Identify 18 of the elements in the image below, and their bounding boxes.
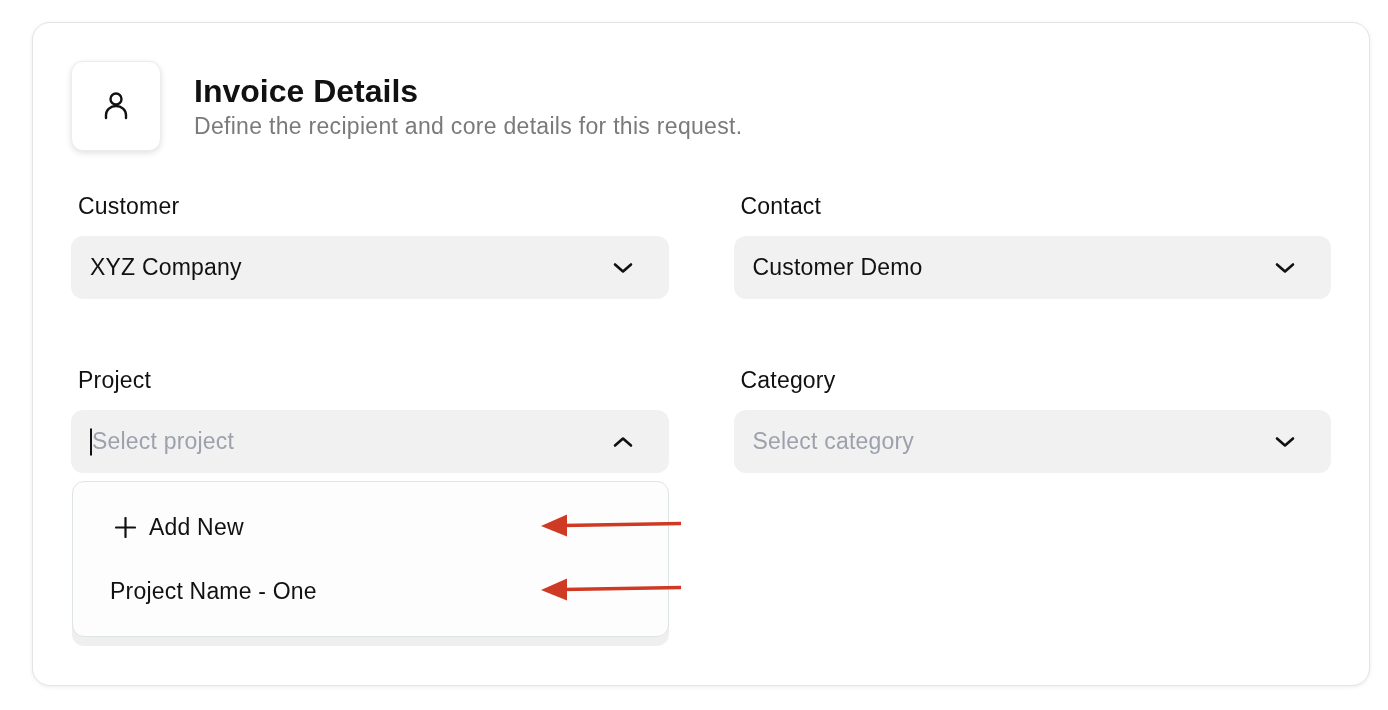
chevron-down-icon[interactable] xyxy=(612,262,633,273)
field-label: Project xyxy=(77,367,151,393)
menu-option[interactable]: Project Name - One xyxy=(73,559,333,623)
dropdown-field[interactable]: Select project xyxy=(71,410,669,473)
section-subtitle: Define the recipient and core details for this request. xyxy=(194,113,743,139)
chevron-down-icon[interactable] xyxy=(1275,436,1295,447)
dropdown-field[interactable]: Customer Demo xyxy=(733,236,1331,299)
section-title: Invoice Details xyxy=(194,73,420,109)
dropdown-field[interactable]: Select category xyxy=(733,410,1331,473)
field-label: Category xyxy=(739,367,836,393)
field-label: Customer xyxy=(77,193,180,219)
dropdown-field[interactable]: XYZ Company xyxy=(71,236,669,299)
chevron-down-icon[interactable] xyxy=(1275,262,1295,273)
person-icon xyxy=(71,61,161,151)
chevron-up-icon[interactable] xyxy=(612,436,633,447)
add-new-option[interactable]: Add New xyxy=(73,495,260,559)
plus-icon xyxy=(115,516,136,538)
field-label: Contact xyxy=(739,193,822,219)
